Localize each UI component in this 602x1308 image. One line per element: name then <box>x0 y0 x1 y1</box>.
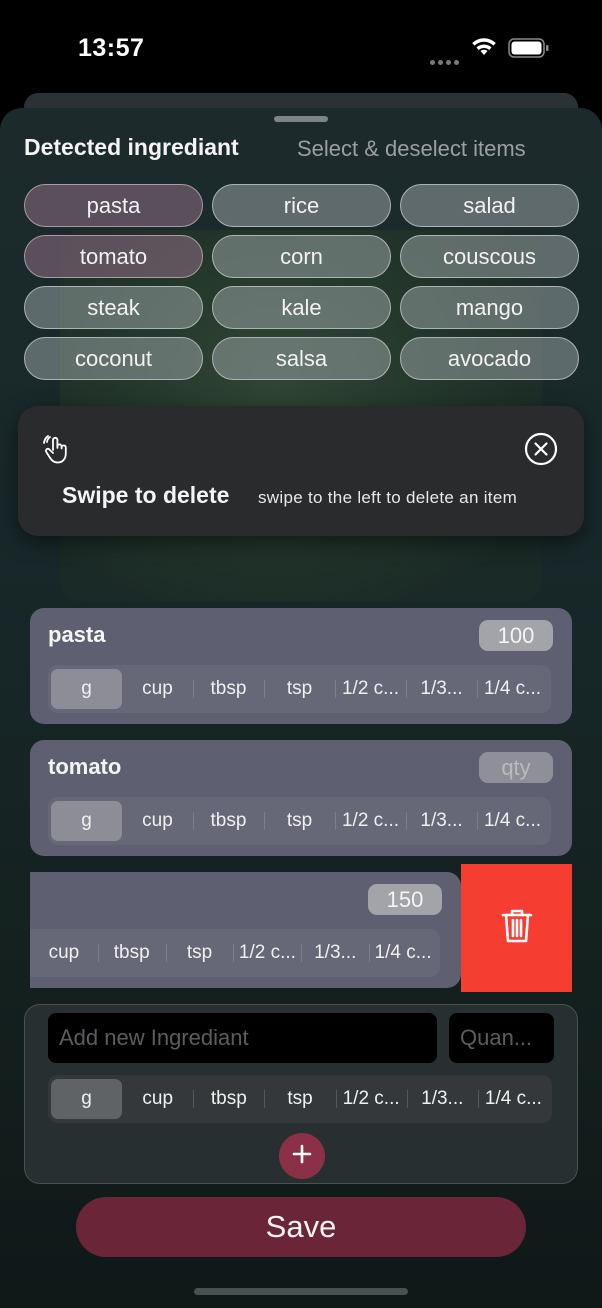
chip-salsa[interactable]: salsa <box>212 337 391 380</box>
unit-option[interactable]: 1/4 c... <box>477 669 548 709</box>
chip-rice[interactable]: rice <box>212 184 391 227</box>
signal-dots-icon <box>430 52 462 70</box>
new-ingredient-input[interactable]: Add new Ingrediant <box>48 1013 437 1063</box>
unit-segmented-control: cup tbsp tsp 1/2 c... 1/3... 1/4 c... <box>30 929 440 977</box>
tip-title: Swipe to delete <box>62 482 230 508</box>
unit-option[interactable]: tsp <box>264 1079 335 1119</box>
unit-option[interactable]: 1/4 c... <box>477 1079 549 1119</box>
chip-coconut[interactable]: coconut <box>24 337 203 380</box>
unit-option[interactable]: g <box>51 669 122 709</box>
ingredient-card-swiped[interactable]: 150 cup tbsp tsp 1/2 c... 1/3... 1/4 c..… <box>30 872 461 988</box>
wifi-icon <box>471 37 497 62</box>
chip-corn[interactable]: corn <box>212 235 391 278</box>
unit-option[interactable]: 1/3... <box>406 801 477 841</box>
add-ingredient-button[interactable] <box>279 1133 325 1179</box>
battery-icon <box>508 38 550 63</box>
home-indicator <box>194 1288 408 1295</box>
trash-icon <box>501 908 533 949</box>
unit-option[interactable]: g <box>51 801 122 841</box>
chip-tomato[interactable]: tomato <box>24 235 203 278</box>
chip-mango[interactable]: mango <box>400 286 579 329</box>
unit-option[interactable]: tbsp <box>193 801 264 841</box>
unit-option[interactable]: tsp <box>165 933 234 973</box>
unit-option[interactable]: 1/2 c... <box>335 669 406 709</box>
unit-option[interactable]: 1/4 c... <box>369 933 437 973</box>
ingredient-name: tomato <box>48 754 122 779</box>
unit-option[interactable]: 1/3... <box>406 1079 478 1119</box>
unit-option[interactable]: g <box>51 1079 123 1119</box>
ingredient-card[interactable]: pasta 100 g cup tbsp tsp 1/2 c... 1/3...… <box>30 608 572 724</box>
unit-option[interactable]: cup <box>122 801 193 841</box>
close-circle-icon[interactable] <box>524 432 558 471</box>
status-time: 13:57 <box>78 34 145 62</box>
unit-option[interactable]: tsp <box>264 669 335 709</box>
ingredient-card[interactable]: tomato qty g cup tbsp tsp 1/2 c... 1/3..… <box>30 740 572 856</box>
new-quantity-input[interactable]: Quan... <box>449 1013 554 1063</box>
chip-steak[interactable]: steak <box>24 286 203 329</box>
sheet-grabber[interactable] <box>274 116 328 122</box>
add-ingredient-panel: Add new Ingrediant Quan... g cup tbsp ts… <box>24 1004 578 1184</box>
unit-option[interactable]: cup <box>122 669 193 709</box>
chip-kale[interactable]: kale <box>212 286 391 329</box>
ingredient-chip-grid: pasta rice salad tomato corn couscous st… <box>24 184 579 380</box>
sheet-subtitle: Select & deselect items <box>297 136 526 161</box>
sheet-title: Detected ingrediant <box>24 134 239 160</box>
unit-option[interactable]: tbsp <box>193 669 264 709</box>
unit-segmented-control: g cup tbsp tsp 1/2 c... 1/3... 1/4 c... <box>48 797 551 845</box>
quantity-field[interactable]: qty <box>479 752 553 783</box>
plus-icon <box>292 1144 312 1169</box>
unit-option[interactable]: tbsp <box>97 933 166 973</box>
hand-tap-icon <box>42 434 72 471</box>
chip-couscous[interactable]: couscous <box>400 235 579 278</box>
unit-option[interactable]: 1/2 c... <box>233 933 301 973</box>
tip-text: swipe to the left to delete an item <box>258 488 518 507</box>
save-button[interactable]: Save <box>76 1197 526 1257</box>
unit-segmented-control: g cup tbsp tsp 1/2 c... 1/3... 1/4 c... <box>48 665 551 713</box>
status-bar: 13:57 <box>0 0 602 100</box>
swipe-tip-popover: Swipe to delete swipe to the left to del… <box>18 406 584 536</box>
quantity-field[interactable]: 100 <box>479 620 553 651</box>
chip-salad[interactable]: salad <box>400 184 579 227</box>
unit-option[interactable]: cup <box>30 933 98 973</box>
unit-segmented-control: g cup tbsp tsp 1/2 c... 1/3... 1/4 c... <box>48 1075 552 1123</box>
unit-option[interactable]: tbsp <box>193 1079 264 1119</box>
unit-option[interactable]: 1/4 c... <box>477 801 548 841</box>
delete-button[interactable] <box>461 864 572 992</box>
unit-option[interactable]: cup <box>122 1079 193 1119</box>
chip-pasta[interactable]: pasta <box>24 184 203 227</box>
unit-option[interactable]: 1/3... <box>301 933 369 973</box>
quantity-field[interactable]: 150 <box>368 884 442 915</box>
chip-avocado[interactable]: avocado <box>400 337 579 380</box>
unit-option[interactable]: 1/2 c... <box>335 801 406 841</box>
ingredient-name: pasta <box>48 622 106 647</box>
unit-option[interactable]: 1/3... <box>406 669 477 709</box>
unit-option[interactable]: tsp <box>264 801 335 841</box>
unit-option[interactable]: 1/2 c... <box>335 1079 407 1119</box>
